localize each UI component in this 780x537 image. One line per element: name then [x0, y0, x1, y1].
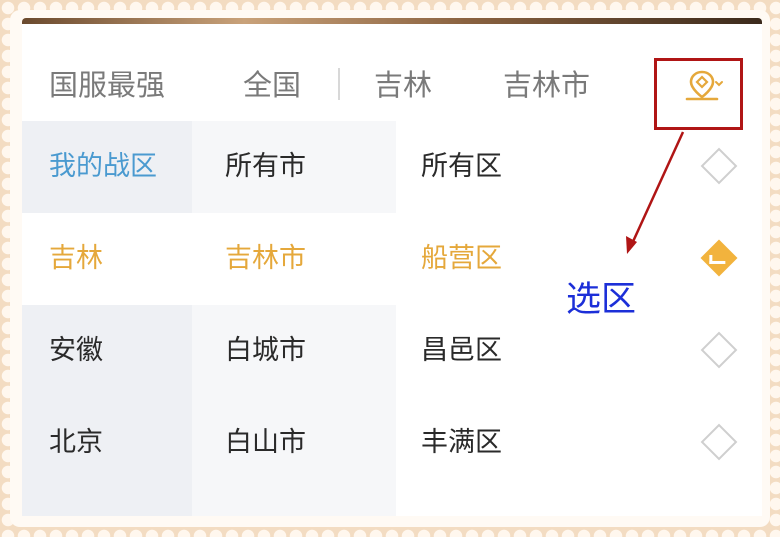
- tab-city[interactable]: 吉林市: [503, 62, 590, 108]
- district-item-label: 船营区: [421, 243, 502, 274]
- province-item-jilin[interactable]: 吉林: [22, 213, 192, 305]
- district-item-label: 所有区: [421, 151, 502, 182]
- province-item-anhui[interactable]: 安徽: [22, 305, 192, 397]
- annotation-highlight-box: [654, 58, 743, 130]
- city-item-jilin-city[interactable]: 吉林市: [192, 213, 396, 305]
- annotation-label: 选区: [566, 280, 637, 320]
- district-item-label: 昌邑区: [421, 335, 502, 366]
- tab-national-best[interactable]: 国服最强: [49, 62, 165, 108]
- city-item-all[interactable]: 所有市: [192, 121, 396, 213]
- city-item-label: 所有市: [225, 151, 306, 182]
- city-item-baicheng[interactable]: 白城市: [192, 305, 396, 397]
- tab-nationwide[interactable]: 全国: [243, 62, 301, 108]
- header-divider: [338, 68, 340, 100]
- region-header: 国服最强 全国 吉林 吉林市: [22, 24, 762, 121]
- province-item-label: 吉林: [49, 243, 103, 274]
- city-item-label: 吉林市: [225, 243, 306, 274]
- province-item-my-zone[interactable]: 我的战区: [22, 121, 192, 213]
- city-item-label: 白山市: [225, 427, 306, 458]
- city-item-baishan[interactable]: 白山市: [192, 397, 396, 489]
- tab-province[interactable]: 吉林: [374, 62, 432, 108]
- province-item-label: 安徽: [49, 335, 103, 366]
- region-picker-panel: 国服最强 全国 吉林 吉林市 我的战区 吉林 安徽 北京 所有市 吉林市 白城市…: [22, 24, 762, 516]
- province-column: 我的战区 吉林 安徽 北京: [22, 121, 192, 516]
- district-item-label: 丰满区: [421, 427, 502, 458]
- province-item-beijing[interactable]: 北京: [22, 397, 192, 489]
- city-column: 所有市 吉林市 白城市 白山市: [192, 121, 396, 516]
- province-item-label: 北京: [49, 427, 103, 458]
- city-item-label: 白城市: [225, 335, 306, 366]
- province-item-label: 我的战区: [49, 151, 157, 182]
